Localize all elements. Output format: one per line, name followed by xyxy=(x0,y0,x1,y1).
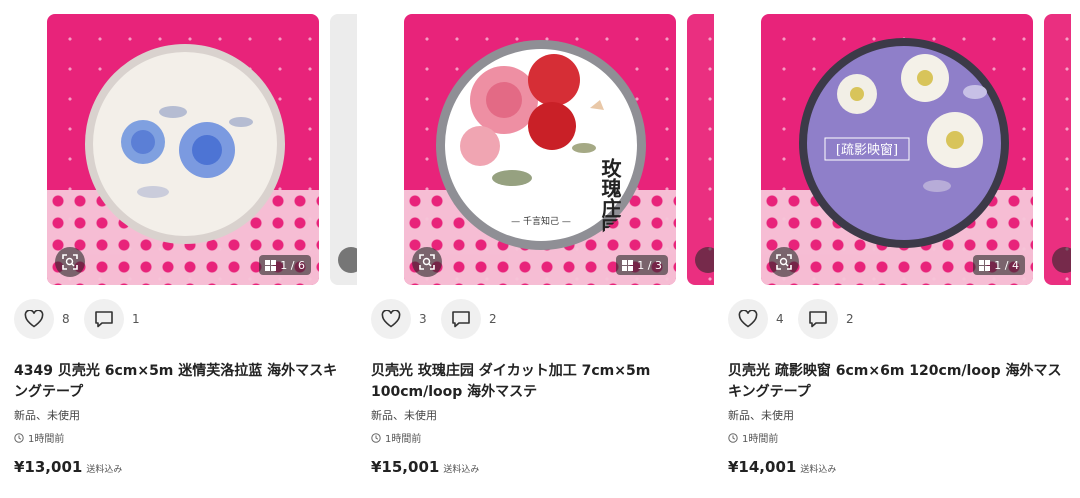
scan-icon xyxy=(695,247,714,273)
clock-icon xyxy=(14,432,24,443)
posted-time-text: 1時間前 xyxy=(385,434,422,445)
image-counter-text: 1 / 4 xyxy=(994,258,1019,272)
like-count: 8 xyxy=(62,312,70,326)
shipping-label: 送料込み xyxy=(443,465,480,475)
tape-roll-image xyxy=(85,44,285,244)
shipping-label: 送料込み xyxy=(800,465,837,475)
comment-button[interactable] xyxy=(84,299,124,339)
comment-icon xyxy=(809,311,827,328)
image-carousel[interactable]: [疏影映窗] 1 / 4 xyxy=(761,14,1071,285)
listing-card[interactable]: [疏影映窗] 1 / 4 4 2 贝壳光 疏影映窗 6cm×6m 120cm/l… xyxy=(714,0,1071,498)
engagement-bar: 8 1 xyxy=(14,299,154,339)
next-photo-preview[interactable] xyxy=(687,14,714,285)
comment-count: 2 xyxy=(489,312,497,326)
clock-icon xyxy=(371,432,381,443)
comment-count: 1 xyxy=(132,312,140,326)
price: ¥13,001 xyxy=(14,458,83,476)
next-photo-preview[interactable] xyxy=(330,14,357,285)
tape-label: [疏影映窗] xyxy=(836,142,898,158)
listing-title[interactable]: 4349 贝壳光 6cm×5m 迷情芙洛拉蓝 海外マスキングテープ xyxy=(14,361,350,403)
heart-icon xyxy=(24,310,44,328)
gallery-icon xyxy=(979,259,991,271)
listing-card[interactable]: 1 / 6 8 1 4349 贝壳光 6cm×5m 迷情芙洛拉蓝 海外マスキング… xyxy=(0,0,357,498)
image-carousel[interactable]: 玫瑰庄园 — 千言知己 — 1 / 3 xyxy=(404,14,714,285)
product-photo[interactable]: 玫瑰庄园 — 千言知己 — 1 / 3 xyxy=(404,14,676,285)
gallery-icon xyxy=(265,259,277,271)
shipping-label: 送料込み xyxy=(86,465,123,475)
scan-icon xyxy=(419,254,435,270)
listing-title[interactable]: 贝壳光 疏影映窗 6cm×6m 120cm/loop 海外マスキングテープ xyxy=(728,361,1064,403)
image-counter-badge: 1 / 3 xyxy=(616,255,668,275)
tape-sublabel: — 千言知己 — xyxy=(511,215,571,227)
price-row: ¥13,001 送料込み xyxy=(14,458,122,476)
listing-card[interactable]: 玫瑰庄园 — 千言知己 — 1 / 3 3 2 贝壳光 玫瑰庄园 ダイカット加工… xyxy=(357,0,714,498)
image-counter-badge: 1 / 6 xyxy=(259,255,311,275)
clock-icon xyxy=(728,432,738,443)
scan-icon xyxy=(62,254,78,270)
listing-title[interactable]: 贝壳光 玫瑰庄园 ダイカット加工 7cm×5m 100cm/loop 海外マステ xyxy=(371,361,707,403)
comment-button[interactable] xyxy=(798,299,838,339)
scan-icon xyxy=(338,247,357,273)
image-counter-text: 1 / 3 xyxy=(637,258,662,272)
like-count: 3 xyxy=(419,312,427,326)
image-counter-text: 1 / 6 xyxy=(280,258,305,272)
price-row: ¥15,001 送料込み xyxy=(371,458,479,476)
engagement-bar: 3 2 xyxy=(371,299,511,339)
image-carousel[interactable]: 1 / 6 xyxy=(47,14,357,285)
price: ¥14,001 xyxy=(728,458,797,476)
condition-label: 新品、未使用 xyxy=(728,409,794,422)
tape-roll-image: [疏影映窗] xyxy=(799,38,1009,248)
like-count: 4 xyxy=(776,312,784,326)
heart-icon xyxy=(381,310,401,328)
comment-icon xyxy=(95,311,113,328)
posted-time-text: 1時間前 xyxy=(28,434,65,445)
engagement-bar: 4 2 xyxy=(728,299,868,339)
image-counter-badge: 1 / 4 xyxy=(973,255,1025,275)
posted-time: 1時間前 xyxy=(728,430,778,445)
condition-label: 新品、未使用 xyxy=(14,409,80,422)
gallery-icon xyxy=(622,259,634,271)
price: ¥15,001 xyxy=(371,458,440,476)
image-search-button[interactable] xyxy=(769,247,799,277)
posted-time: 1時間前 xyxy=(371,430,421,445)
scan-icon xyxy=(1052,247,1071,273)
heart-icon xyxy=(738,310,758,328)
product-photo[interactable]: [疏影映窗] 1 / 4 xyxy=(761,14,1033,285)
condition-label: 新品、未使用 xyxy=(371,409,437,422)
posted-time: 1時間前 xyxy=(14,430,64,445)
image-search-button[interactable] xyxy=(55,247,85,277)
scan-icon xyxy=(776,254,792,270)
like-button[interactable] xyxy=(728,299,768,339)
tape-roll-image: 玫瑰庄园 — 千言知己 — xyxy=(436,40,646,250)
comment-button[interactable] xyxy=(441,299,481,339)
comment-count: 2 xyxy=(846,312,854,326)
product-photo[interactable]: 1 / 6 xyxy=(47,14,319,285)
comment-icon xyxy=(452,311,470,328)
image-search-button[interactable] xyxy=(412,247,442,277)
posted-time-text: 1時間前 xyxy=(742,434,779,445)
like-button[interactable] xyxy=(14,299,54,339)
next-photo-preview[interactable] xyxy=(1044,14,1071,285)
like-button[interactable] xyxy=(371,299,411,339)
price-row: ¥14,001 送料込み xyxy=(728,458,836,476)
